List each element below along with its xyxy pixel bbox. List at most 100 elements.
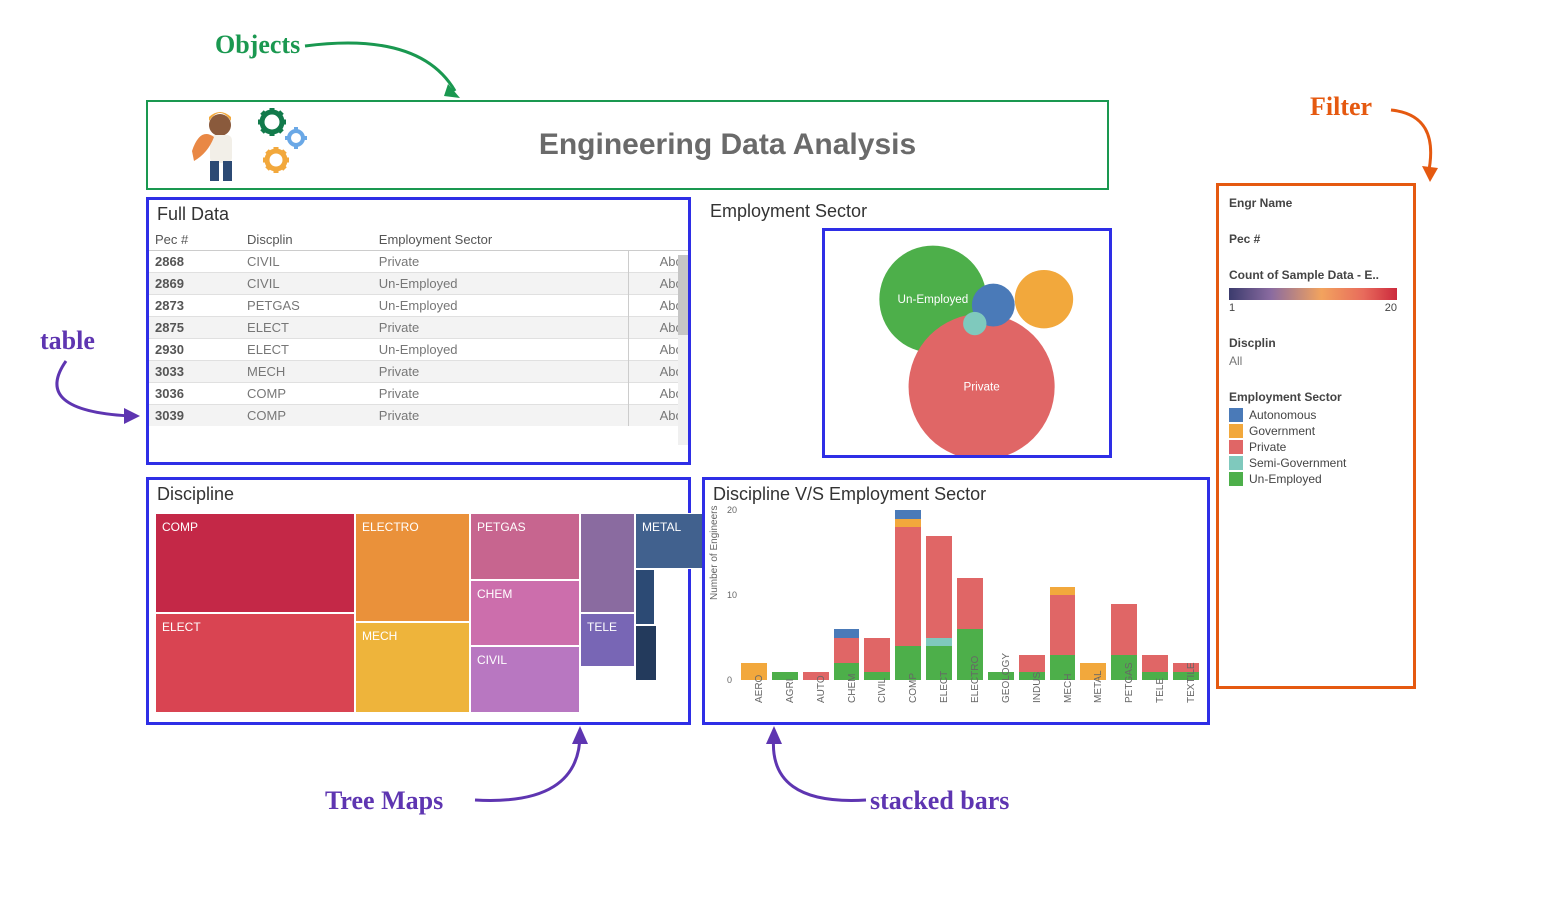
title-icons: [148, 102, 348, 188]
treemap-cell[interactable]: MECH: [355, 622, 470, 713]
table-row[interactable]: 2869CIVILUn-EmployedAbc: [149, 273, 688, 295]
treemap-cell[interactable]: METAL: [635, 513, 703, 569]
arrow-objects: [300, 36, 470, 108]
annotation-objects: Objects: [215, 30, 300, 60]
stacked-title: Discipline V/S Employment Sector: [705, 480, 1207, 509]
arrow-stacked: [756, 726, 876, 806]
bar-xlabel: AERO: [754, 675, 765, 703]
gradient-max: 20: [1385, 302, 1397, 314]
bar-column[interactable]: ELECT: [926, 536, 952, 681]
bar-xlabel: GEOLOGY: [1001, 653, 1012, 703]
treemap-cell[interactable]: CHEM: [470, 580, 580, 647]
stacked-card: Discipline V/S Employment Sector Number …: [702, 477, 1210, 725]
bar-xlabel: ELECTRO: [970, 656, 981, 703]
filter-discplin-label: Discplin: [1229, 336, 1403, 350]
annotation-treemaps: Tree Maps: [325, 786, 443, 816]
legend-item[interactable]: Un-Employed: [1229, 472, 1403, 486]
annotation-stacked-bars: stacked bars: [870, 786, 1009, 816]
bar-column[interactable]: MECH: [1050, 587, 1076, 681]
legend-item[interactable]: Government: [1229, 424, 1403, 438]
table-scrollbar[interactable]: [678, 255, 688, 445]
bar-column[interactable]: TELE: [1142, 655, 1168, 681]
column-header[interactable]: Discplin: [241, 229, 373, 251]
bar-column[interactable]: CIVIL: [864, 638, 890, 681]
column-header[interactable]: Employment Sector: [373, 229, 628, 251]
table-row[interactable]: 2868CIVILPrivateAbc: [149, 251, 688, 273]
table-row[interactable]: 3036COMPPrivateAbc: [149, 383, 688, 405]
bar-column[interactable]: COMP: [895, 510, 921, 680]
table-row[interactable]: 2873PETGASUn-EmployedAbc: [149, 295, 688, 317]
svg-text:Private: Private: [963, 381, 999, 394]
bar-xlabel: CHEM: [847, 674, 858, 703]
table-row[interactable]: 2930ELECTUn-EmployedAbc: [149, 339, 688, 361]
ytick-10: 10: [727, 590, 737, 600]
bar-xlabel: METAL: [1093, 670, 1104, 703]
legend-item[interactable]: Semi-Government: [1229, 456, 1403, 470]
bar-xlabel: INDUS: [1032, 672, 1043, 703]
legend-item[interactable]: Private: [1229, 440, 1403, 454]
table-row[interactable]: 3039COMPPrivateAbc: [149, 405, 688, 427]
bar-column[interactable]: GEOLOGY: [988, 672, 1014, 681]
treemap-cell[interactable]: COMP: [155, 513, 355, 613]
engineer-icon: [182, 107, 252, 183]
full-data-table[interactable]: Pec #DiscplinEmployment Sector 2868CIVIL…: [149, 229, 688, 426]
arrow-treemaps: [470, 726, 610, 806]
ytick-0: 0: [727, 675, 732, 685]
ytick-20: 20: [727, 505, 737, 515]
filter-count-label: Count of Sample Data - E..: [1229, 268, 1403, 282]
bar-xlabel: PETGAS: [1124, 662, 1135, 703]
bar-column[interactable]: CHEM: [834, 629, 860, 680]
bar-column[interactable]: METAL: [1080, 663, 1106, 680]
bubble-chart[interactable]: Un-Employed Private: [822, 228, 1112, 458]
full-data-table-wrap: Pec #DiscplinEmployment Sector 2868CIVIL…: [149, 229, 688, 457]
dashboard-title: Engineering Data Analysis: [348, 128, 1107, 162]
treemap-cell[interactable]: [635, 625, 657, 681]
bar-xlabel: TEXTILE: [1186, 662, 1197, 703]
filter-emp-label: Employment Sector: [1229, 390, 1403, 404]
discipline-title: Discipline: [149, 480, 688, 509]
bar-xlabel: AUTO: [816, 675, 827, 703]
stacked-ylabel: Number of Engineers: [709, 506, 720, 601]
bar-column[interactable]: AERO: [741, 663, 767, 680]
stacked-bars-chart[interactable]: AERO AGRI AUTO CHEMCIVILCOMPELECTELECTRO GEO…: [741, 508, 1199, 680]
filter-panel: Engr Name Pec # Count of Sample Data - E…: [1216, 183, 1416, 689]
filter-pec[interactable]: Pec #: [1229, 232, 1403, 246]
annotation-table: table: [40, 326, 95, 356]
treemap-cell[interactable]: [580, 513, 635, 613]
bar-column[interactable]: ELECTRO: [957, 578, 983, 680]
bubble[interactable]: [963, 312, 986, 335]
legend-item[interactable]: Autonomous: [1229, 408, 1403, 422]
filter-engr-name[interactable]: Engr Name: [1229, 196, 1403, 210]
column-header[interactable]: Pec #: [149, 229, 241, 251]
treemap-cell[interactable]: PETGAS: [470, 513, 580, 580]
treemap-cell[interactable]: TELE: [580, 613, 635, 667]
bar-column[interactable]: TEXTILE: [1173, 663, 1199, 680]
svg-text:Un-Employed: Un-Employed: [898, 293, 969, 306]
full-data-title: Full Data: [149, 200, 688, 229]
treemap-cell[interactable]: [635, 569, 655, 625]
bar-column[interactable]: AUTO: [803, 672, 829, 681]
table-row[interactable]: 3033MECHPrivateAbc: [149, 361, 688, 383]
bar-xlabel: MECH: [1063, 674, 1074, 703]
bar-xlabel: TELE: [1155, 678, 1166, 703]
employment-sector-title: Employment Sector: [702, 197, 1210, 226]
bar-xlabel: AGRI: [785, 679, 796, 703]
full-data-card: Full Data Pec #DiscplinEmployment Sector…: [146, 197, 691, 465]
treemap-cell[interactable]: ELECT: [155, 613, 355, 713]
bar-column[interactable]: AGRI: [772, 672, 798, 681]
bar-xlabel: ELECT: [939, 671, 950, 703]
table-row[interactable]: 2875ELECTPrivateAbc: [149, 317, 688, 339]
arrow-table: [46, 356, 146, 436]
discipline-card: Discipline COMPELECTELECTROMECHPETGASCHE…: [146, 477, 691, 725]
gears-icon: [258, 108, 314, 183]
bar-xlabel: CIVIL: [877, 678, 888, 703]
treemap-cell[interactable]: ELECTRO: [355, 513, 470, 622]
arrow-filter: [1386, 100, 1456, 190]
filter-discplin-value[interactable]: All: [1229, 354, 1403, 368]
bubble[interactable]: [1015, 270, 1073, 328]
bar-column[interactable]: PETGAS: [1111, 604, 1137, 681]
bar-xlabel: COMP: [908, 673, 919, 703]
treemap-cell[interactable]: CIVIL: [470, 646, 580, 713]
bar-column[interactable]: INDUS: [1019, 655, 1045, 681]
treemap-chart[interactable]: COMPELECTELECTROMECHPETGASCHEMCIVILTELEM…: [149, 509, 688, 719]
